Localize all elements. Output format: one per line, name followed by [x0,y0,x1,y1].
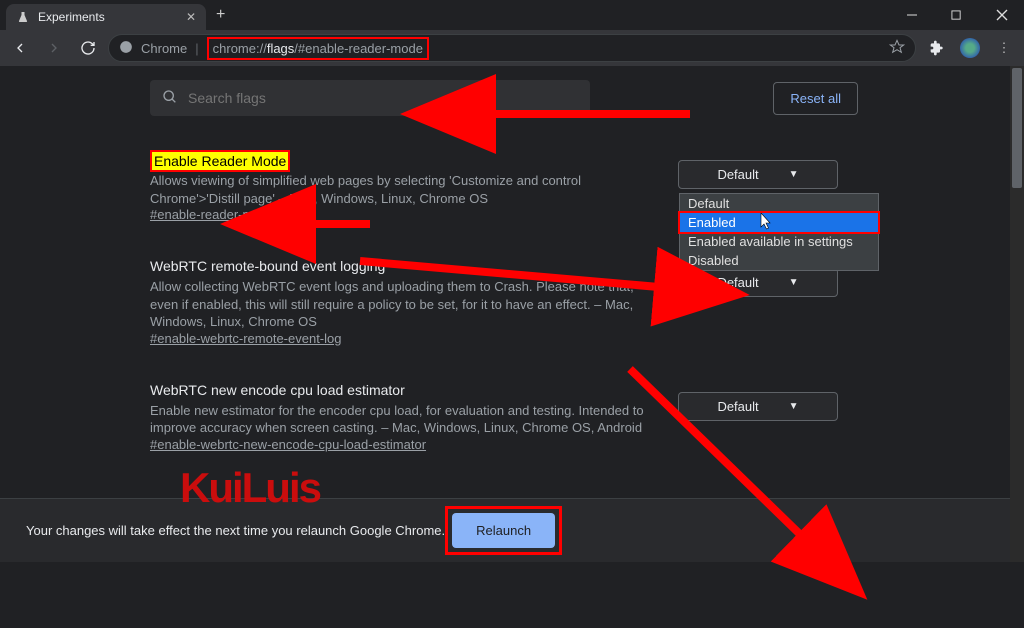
browser-tab[interactable]: Experiments ✕ [6,4,206,30]
flag-item: Enable Reader Mode Allows viewing of sim… [150,150,858,222]
page-content: Reset all Enable Reader Mode Allows view… [0,66,1024,562]
profile-avatar[interactable] [956,34,984,62]
extensions-icon[interactable] [922,34,950,62]
flag-title: WebRTC new encode cpu load estimator [150,382,658,398]
relaunch-footer: Your changes will take effect the next t… [0,498,1010,562]
relaunch-button[interactable]: Relaunch [452,513,555,548]
search-input[interactable] [188,90,578,106]
url-prefix: Chrome [141,41,187,56]
dropdown-options-list: Default Enabled Enabled available in set… [679,193,879,271]
search-icon [162,89,178,108]
dropdown-value: Default [717,167,758,182]
chevron-down-icon: ▼ [789,169,799,180]
chrome-icon [119,40,133,57]
maximize-button[interactable] [934,0,979,30]
url-actions [889,39,905,58]
address-bar[interactable]: Chrome | chrome://flags/#enable-reader-m… [108,34,916,62]
relaunch-highlight: Relaunch [445,506,562,555]
watermark: KuiLuis [180,464,320,512]
minimize-button[interactable] [889,0,934,30]
dropdown-option[interactable]: Enabled available in settings [680,232,878,251]
search-flags-field[interactable] [150,80,590,116]
close-window-button[interactable] [979,0,1024,30]
flag-title: Enable Reader Mode [150,150,290,172]
flag-dropdown[interactable]: Default ▼ Default Enabled Enabled availa… [678,160,838,189]
scrollbar[interactable] [1010,66,1024,562]
star-icon[interactable] [889,39,905,58]
flask-icon [16,10,30,24]
flag-description: Enable new estimator for the encoder cpu… [150,402,658,437]
reset-all-button[interactable]: Reset all [773,82,858,115]
tab-title: Experiments [38,10,105,24]
dropdown-option[interactable]: Disabled [680,251,878,270]
url-text: chrome://flags/#enable-reader-mode [207,37,429,60]
close-tab-icon[interactable]: ✕ [186,10,196,24]
reload-button[interactable] [74,34,102,62]
title-bar: Experiments ✕ + [0,0,1024,30]
flag-title: WebRTC remote-bound event logging [150,258,658,274]
dropdown-value: Default [717,399,758,414]
chevron-down-icon: ▼ [789,401,799,412]
dropdown-option-selected[interactable]: Enabled [678,211,880,234]
new-tab-button[interactable]: + [206,0,235,30]
footer-message: Your changes will take effect the next t… [26,523,445,538]
flag-dropdown[interactable]: Default ▼ [678,268,838,297]
flag-item: WebRTC remote-bound event logging Allow … [150,258,858,346]
forward-button[interactable] [40,34,68,62]
chevron-down-icon: ▼ [789,277,799,288]
browser-toolbar: Chrome | chrome://flags/#enable-reader-m… [0,30,1024,66]
window-controls [889,0,1024,30]
flag-dropdown[interactable]: Default ▼ [678,392,838,421]
flag-description: Allow collecting WebRTC event logs and u… [150,278,658,331]
flag-description: Allows viewing of simplified web pages b… [150,172,658,207]
menu-button[interactable]: ⋮ [990,34,1018,62]
dropdown-value: Default [717,275,758,290]
flag-anchor-link[interactable]: #enable-webrtc-new-encode-cpu-load-estim… [150,437,426,452]
flag-anchor-link[interactable]: #enable-reader-mode [150,207,275,222]
flag-item: WebRTC new encode cpu load estimator Ena… [150,382,858,452]
flag-anchor-link[interactable]: #enable-webrtc-remote-event-log [150,331,341,346]
back-button[interactable] [6,34,34,62]
